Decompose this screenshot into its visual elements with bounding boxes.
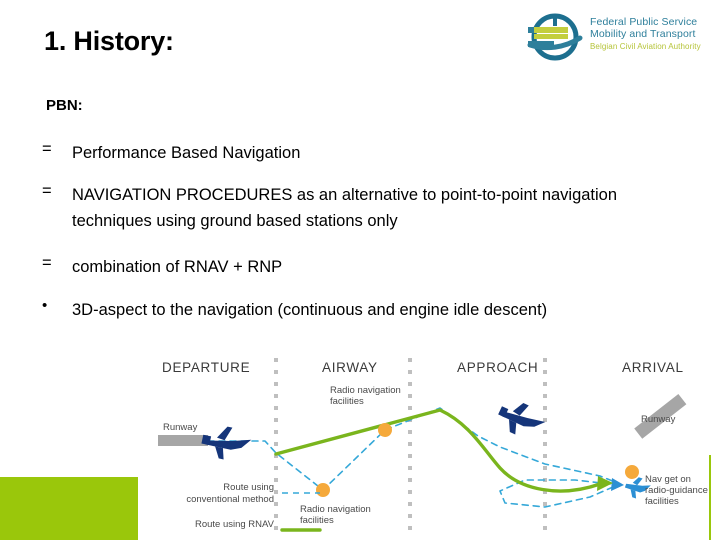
- label-departure-runway: Runway: [163, 422, 198, 433]
- logo-line-1: Federal Public Service: [590, 16, 698, 28]
- bullet-marker-icon: =: [42, 254, 52, 272]
- decorative-green-rule: [709, 455, 711, 540]
- logo-line-2: Mobility and Transport: [590, 27, 696, 40]
- bullet-text: combination of RNAV + RNP: [72, 258, 283, 276]
- segment-header-airway: AIRWAY: [322, 360, 378, 375]
- label-nav-guidance-line3: facilities: [645, 496, 679, 507]
- bullet-marker-icon: •: [42, 297, 48, 314]
- legend-conventional-line2: conventional method: [186, 494, 274, 505]
- label-radio-nav-lower-line1: Radio navigation: [300, 504, 371, 515]
- bullet-text: Performance Based Navigation: [72, 144, 301, 162]
- logo-line-3: Belgian Civil Aviation Authority: [590, 42, 701, 51]
- bullet-marker-icon: =: [42, 182, 52, 200]
- waypoint-marker: [625, 465, 639, 479]
- bullet-item: = NAVIGATION PROCEDURES as an alternativ…: [42, 182, 684, 234]
- waypoint-marker: [378, 423, 392, 437]
- bullet-item: = combination of RNAV + RNP: [42, 254, 684, 280]
- departure-runway-bar: [158, 435, 208, 446]
- bullet-marker-icon: =: [42, 140, 52, 158]
- organization-logo: Federal Public Service Mobility and Tran…: [524, 8, 714, 70]
- waypoint-marker: [316, 483, 330, 497]
- label-radio-nav-upper-line1: Radio navigation: [330, 385, 401, 396]
- legend-conventional-line1: Route using: [223, 482, 274, 493]
- label-radio-nav-lower-line2: facilities: [300, 515, 334, 526]
- segment-header-approach: APPROACH: [457, 360, 539, 375]
- bullet-item: • 3D-aspect to the navigation (continuou…: [42, 297, 684, 323]
- decorative-green-block: [0, 477, 138, 540]
- label-radio-nav-upper-line2: facilities: [330, 396, 364, 407]
- page-title: 1. History:: [44, 26, 174, 56]
- section-label-pbn: PBN:: [46, 97, 83, 114]
- bullet-item: = Performance Based Navigation: [42, 140, 684, 166]
- approach-aircraft-icon-shape: [498, 402, 546, 435]
- label-arrival-runway: Runway: [641, 414, 676, 425]
- bullet-text: NAVIGATION PROCEDURES as an alternative …: [72, 186, 618, 230]
- rnav-route-path: [274, 408, 602, 493]
- segment-header-departure: DEPARTURE: [162, 360, 251, 375]
- bullet-text: 3D-aspect to the navigation (continuous …: [72, 301, 548, 319]
- label-nav-guidance-line1: Nav get on: [645, 474, 691, 485]
- conventional-route-arrowhead: [611, 478, 624, 491]
- segment-header-arrival: ARRIVAL: [622, 360, 684, 375]
- departure-aircraft-icon: [201, 426, 252, 460]
- slide-canvas: 1. History: Federal Public Service Mobil…: [0, 0, 720, 540]
- logo-text-block: Federal Public Service Mobility and Tran…: [590, 16, 716, 53]
- belgian-federal-service-emblem-icon: [524, 10, 586, 66]
- label-nav-guidance-line2: radio-guidance: [645, 485, 708, 496]
- legend-rnav: Route using RNAV: [194, 519, 274, 530]
